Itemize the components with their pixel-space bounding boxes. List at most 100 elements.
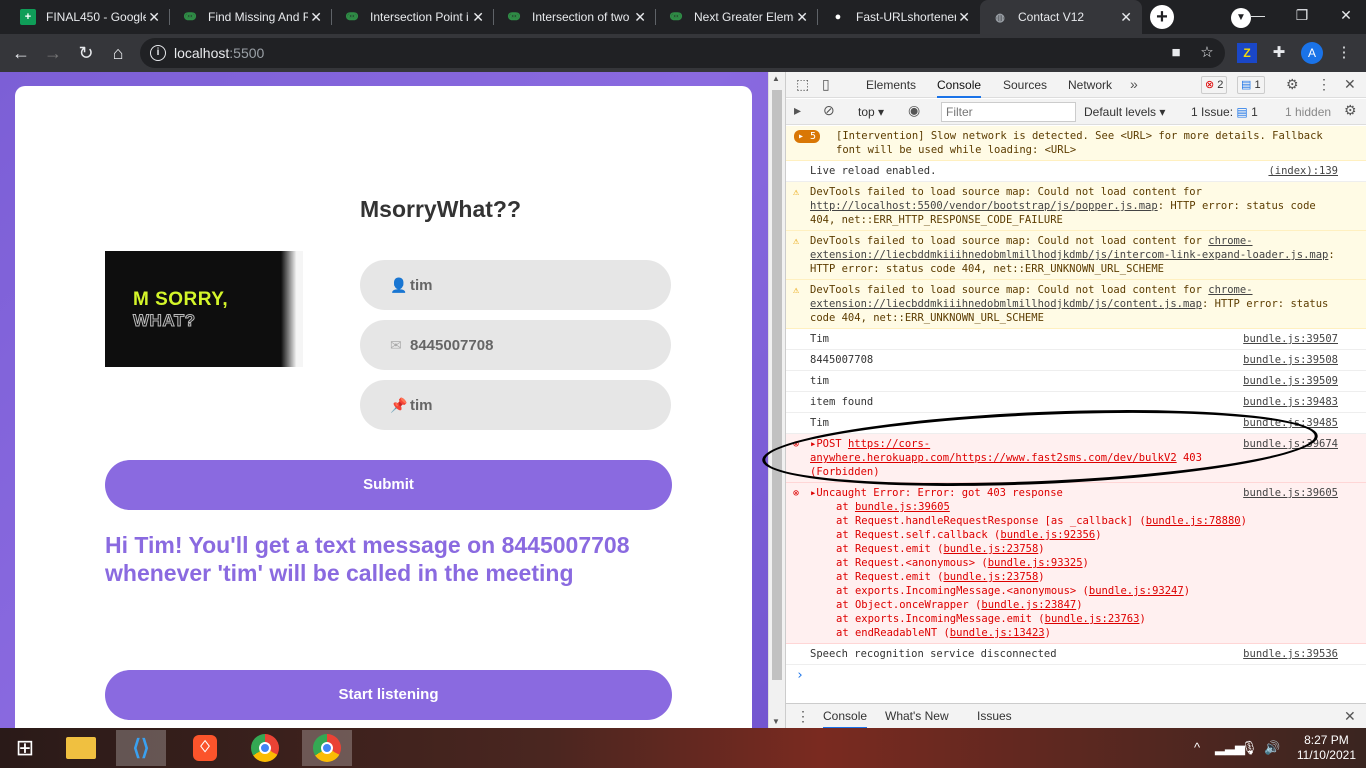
source-link[interactable]: bundle.js:39483 (1243, 395, 1338, 409)
extension-icon[interactable]: Z (1237, 43, 1257, 63)
tray-chevron-icon[interactable]: ^ (1194, 740, 1200, 755)
log-levels-dropdown[interactable]: Default levels ▾ (1084, 99, 1165, 125)
browser-tab[interactable]: + FINAL450 - Google ✕ (8, 0, 170, 34)
page-scrollbar[interactable]: ▲ ▼ (768, 72, 785, 728)
browser-tab-strip: + FINAL450 - Google ✕ ↈ Find Missing And… (0, 0, 1366, 34)
chrome-icon[interactable] (240, 730, 290, 766)
inspect-icon[interactable]: ⬚ (796, 76, 809, 93)
close-tab-icon[interactable]: ✕ (310, 9, 322, 26)
tab-elements[interactable]: Elements (866, 72, 916, 98)
device-toolbar-icon[interactable]: ▯ (822, 76, 830, 93)
extensions-puzzle-icon[interactable]: ✚ (1269, 43, 1289, 63)
sidebar-toggle-icon[interactable]: ▸ (794, 102, 801, 119)
vscode-icon[interactable]: ⟨⟩ (116, 730, 166, 766)
source-link[interactable]: bundle.js:39605 (1243, 486, 1338, 500)
brave-icon[interactable]: ♢ (180, 730, 230, 766)
envelope-icon: ✉ (390, 336, 402, 353)
close-tab-icon[interactable]: ✕ (148, 9, 160, 26)
console-filterbar: ▸ ⊘ top ▾ ◉ Default levels ▾ 1 Issue: ▤ … (786, 99, 1366, 125)
error-badge[interactable]: ⊗ 2 (1201, 76, 1228, 94)
devtools-drawer: ⋮ Console What's New Issues ✕ (786, 703, 1366, 729)
stack-frame: at Request.handleRequestResponse [as _ca… (836, 515, 1247, 527)
close-tab-icon[interactable]: ✕ (796, 9, 808, 26)
reload-icon[interactable]: ↻ (73, 40, 99, 66)
keyword-field[interactable]: 📌 (360, 380, 671, 430)
drawer-tab-whats-new[interactable]: What's New (885, 704, 949, 729)
console-error-uncaught: ⊗ ▸Uncaught Error: Error: got 403 respon… (786, 483, 1366, 644)
windows-start-icon[interactable]: ⊞ (0, 730, 50, 766)
menu-kebab-icon[interactable]: ⋮ (1334, 43, 1354, 63)
browser-tab[interactable]: ↈ Next Greater Eleme ✕ (656, 0, 818, 34)
phone-input[interactable] (410, 336, 640, 354)
settings-gear-icon[interactable]: ⚙ (1286, 76, 1299, 93)
issues-counter[interactable]: 1 Issue: ▤ 1 (1191, 99, 1258, 125)
drawer-close-icon[interactable]: ✕ (1344, 708, 1356, 725)
name-field[interactable]: 👤 (360, 260, 671, 310)
profile-avatar[interactable]: A (1301, 42, 1323, 64)
clear-console-icon[interactable]: ⊘ (823, 102, 835, 119)
system-clock[interactable]: 8:27 PM 11/10/2021 (1297, 733, 1356, 763)
new-tab-button[interactable]: + (1150, 5, 1174, 29)
tab-network[interactable]: Network (1068, 72, 1112, 98)
stack-frame: at Object.onceWrapper (bundle.js:23847) (836, 599, 1083, 611)
forward-icon[interactable]: → (40, 40, 66, 66)
phone-field[interactable]: ✉ (360, 320, 671, 370)
chrome-profile-icon[interactable] (302, 730, 352, 766)
source-map-link[interactable]: http://localhost:5500/vendor/bootstrap/j… (810, 200, 1158, 212)
console-filter-input[interactable] (941, 102, 1076, 122)
browser-tab[interactable]: ↈ Intersection Point i ✕ (332, 0, 494, 34)
scrollbar-thumb[interactable] (772, 90, 782, 680)
tab-console[interactable]: Console (937, 72, 982, 98)
info-icon[interactable]: i (150, 45, 166, 61)
maximize-icon[interactable]: ❐ (1282, 0, 1322, 30)
close-tab-icon[interactable]: ✕ (472, 9, 484, 26)
close-tab-icon[interactable]: ✕ (634, 9, 646, 26)
devtools-close-icon[interactable]: ✕ (1344, 76, 1356, 93)
window-close-icon[interactable]: ✕ (1326, 0, 1366, 30)
scroll-up-icon[interactable]: ▲ (772, 74, 780, 83)
devtools-menu-icon[interactable]: ⋮ (1317, 76, 1331, 93)
bookmark-star-icon[interactable]: ☆ (1197, 43, 1217, 63)
browser-tab[interactable]: ● Fast-URLshortener ✕ (818, 0, 980, 34)
source-link[interactable]: bundle.js:39509 (1243, 374, 1338, 388)
message-badge[interactable]: ▤ 1 (1237, 76, 1265, 94)
home-icon[interactable]: ⌂ (105, 40, 131, 66)
start-listening-button[interactable]: Start listening (105, 670, 672, 720)
drawer-tab-console[interactable]: Console (823, 704, 868, 729)
microphone-muted-icon[interactable]: 🎙 (1241, 740, 1258, 756)
tab-sources[interactable]: Sources (1003, 72, 1047, 98)
browser-tab[interactable]: ↈ Find Missing And R ✕ (170, 0, 332, 34)
volume-icon[interactable]: 🔊 (1264, 740, 1280, 756)
browser-tab-active[interactable]: ◍ Contact V12 ✕ (980, 0, 1142, 34)
name-input[interactable] (410, 276, 640, 294)
file-explorer-icon[interactable] (56, 730, 106, 766)
source-link[interactable]: (index):139 (1268, 164, 1338, 178)
camera-icon[interactable]: ■ (1166, 43, 1186, 63)
console-settings-icon[interactable]: ⚙ (1344, 102, 1357, 119)
back-icon[interactable]: ← (8, 40, 34, 66)
console-prompt[interactable]: › (786, 665, 1366, 686)
drawer-menu-icon[interactable]: ⋮ (796, 708, 810, 725)
drawer-tab-issues[interactable]: Issues (977, 704, 1012, 729)
stack-frame: at Request.emit (bundle.js:23758) (836, 571, 1045, 583)
more-tabs-icon[interactable]: » (1130, 76, 1138, 92)
globe-icon: ◍ (995, 11, 1005, 24)
scroll-down-icon[interactable]: ▼ (772, 717, 780, 726)
source-link[interactable]: bundle.js:39507 (1243, 332, 1338, 346)
browser-tab[interactable]: ↈ Intersection of two ✕ (494, 0, 656, 34)
context-select[interactable]: top ▾ (858, 99, 884, 125)
keyword-input[interactable] (410, 396, 640, 414)
close-tab-icon[interactable]: ✕ (1120, 9, 1132, 26)
close-tab-icon[interactable]: ✕ (958, 9, 970, 26)
eye-icon[interactable]: ◉ (908, 102, 920, 119)
address-bar[interactable]: i localhost:5500 (140, 38, 1225, 68)
submit-button[interactable]: Submit (105, 460, 672, 510)
devtools-tabbar: ⬚ ▯ Elements Console Sources Network » ⊗… (786, 72, 1366, 98)
sheets-icon: + (20, 9, 36, 25)
clock-date: 11/10/2021 (1296, 748, 1356, 762)
stack-frame: at bundle.js:39605 (836, 501, 950, 513)
source-link[interactable]: bundle.js:39536 (1243, 647, 1338, 661)
source-link[interactable]: bundle.js:39508 (1243, 353, 1338, 367)
minimize-icon[interactable]: — (1238, 0, 1278, 30)
warning-icon: ⚠ (793, 236, 800, 247)
